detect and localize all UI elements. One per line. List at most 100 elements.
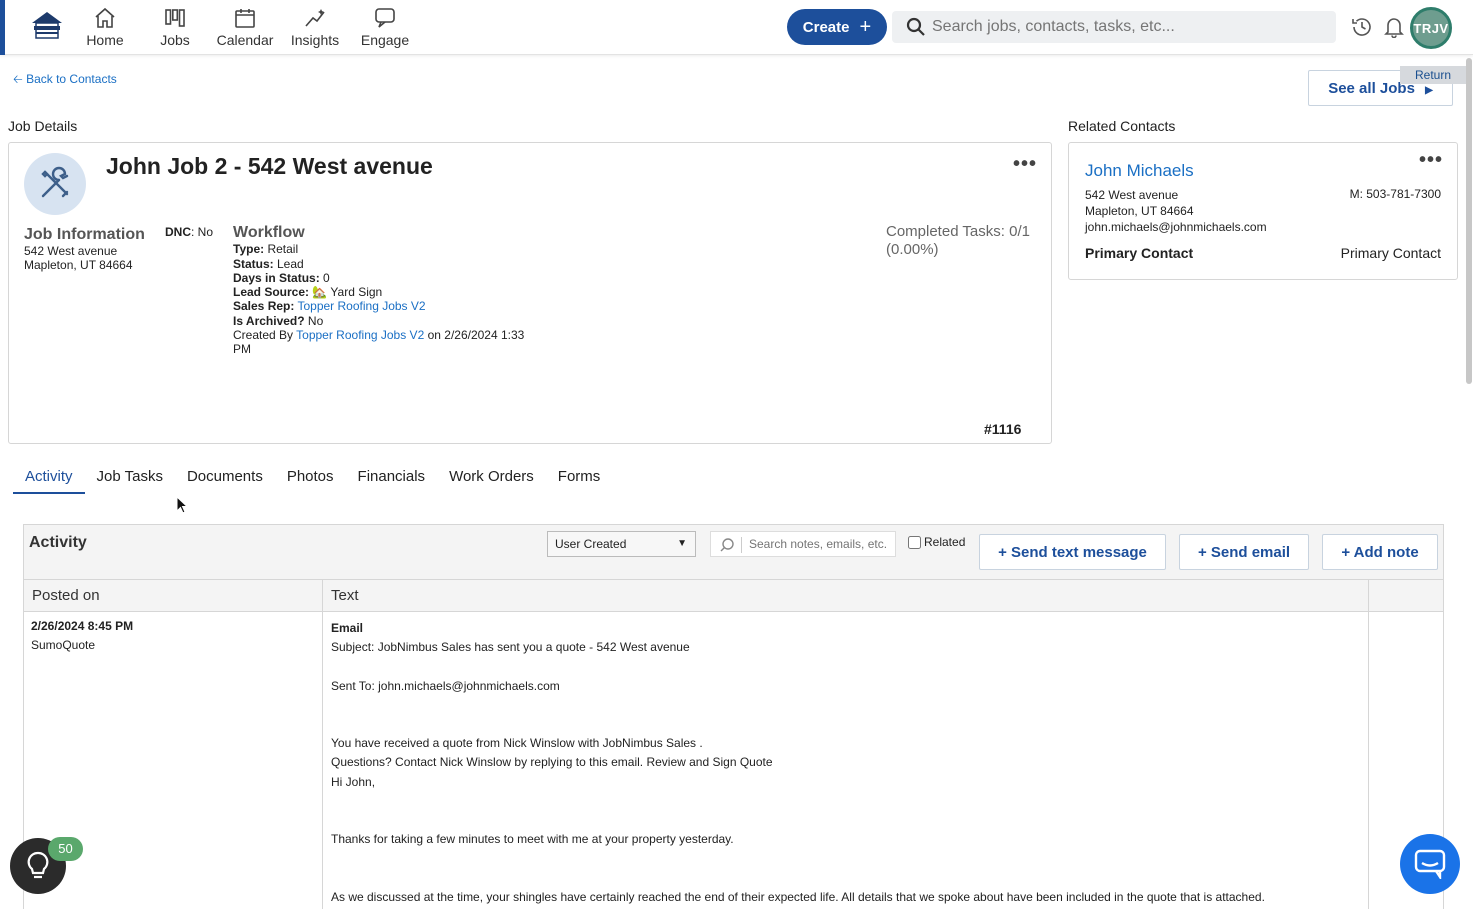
email-line: Sent To: john.michaels@johnmichaels.com (331, 678, 560, 693)
related-contact-card: John Michaels ••• 542 West avenue Maplet… (1068, 142, 1458, 280)
avatar-initials: TRJV (1413, 20, 1449, 36)
activity-table-header: Posted on Text (24, 580, 1443, 612)
job-information-heading: Job Information (24, 226, 145, 243)
primary-contact-value: Primary Contact (1340, 245, 1441, 261)
tab-work-orders[interactable]: Work Orders (437, 460, 546, 494)
days-in-status-label: Days in Status: (233, 270, 320, 285)
tab-forms[interactable]: Forms (546, 460, 613, 494)
lead-source-value: 🏡 Yard Sign (309, 285, 383, 300)
tab-photos[interactable]: Photos (275, 460, 346, 494)
user-avatar[interactable]: TRJV (1410, 7, 1452, 49)
chat-widget-button[interactable] (1400, 834, 1460, 894)
activity-search-input[interactable] (749, 532, 894, 556)
send-email-button[interactable]: + Send email (1179, 534, 1309, 570)
archived-label: Is Archived? (233, 313, 305, 328)
email-line (331, 869, 1371, 888)
history-icon[interactable] (1351, 16, 1373, 38)
job-more-options-icon[interactable]: ••• (1013, 153, 1037, 176)
chat-icon (1414, 849, 1446, 879)
nav-engage-label: Engage (360, 32, 410, 48)
help-count-badge: 50 (48, 837, 83, 861)
nav-jobs[interactable]: Jobs (152, 6, 198, 52)
insights-icon (305, 9, 325, 27)
dnc-label: DNC (165, 225, 191, 239)
nav-insights[interactable]: Insights (286, 6, 344, 52)
status-label: Status: (233, 256, 274, 271)
nav-calendar[interactable]: Calendar (212, 6, 278, 52)
related-checkbox[interactable] (908, 535, 921, 549)
created-by-link[interactable]: Topper Roofing Jobs V2 (296, 328, 424, 342)
return-button[interactable]: Return (1400, 66, 1466, 84)
related-label: Related (924, 535, 966, 549)
left-accent-stripe (0, 0, 5, 55)
bell-icon[interactable] (1384, 16, 1404, 38)
dnc-status: DNC: No (165, 225, 213, 239)
nav-engage[interactable]: Engage (358, 6, 412, 52)
contact-more-options-icon[interactable]: ••• (1419, 149, 1443, 172)
workflow-heading: Workflow (233, 224, 305, 241)
company-logo[interactable] (30, 10, 64, 40)
column-divider (322, 580, 323, 909)
contact-address: 542 West avenue Mapleton, UT 84664 john.… (1085, 187, 1267, 235)
type-label: Type: (233, 242, 265, 257)
job-details-card: John Job 2 - 542 West avenue ••• Job Inf… (8, 142, 1052, 444)
sales-rep-link[interactable]: Topper Roofing Jobs V2 (297, 299, 425, 313)
primary-contact-label: Primary Contact (1085, 245, 1194, 261)
activity-row-date: 2/26/2024 8:45 PM (31, 619, 134, 633)
global-search-input[interactable] (932, 11, 1327, 43)
dnc-value: : No (191, 225, 214, 239)
create-button[interactable]: Create + (787, 9, 887, 45)
nav-insights-label: Insights (290, 32, 340, 48)
created-by-prefix: Created By (233, 328, 297, 343)
mouse-cursor-icon (176, 496, 188, 514)
top-navigation-bar: Home Jobs Calendar Insights Engage Creat… (0, 0, 1473, 55)
tab-financials[interactable]: Financials (346, 460, 438, 494)
contact-name-link[interactable]: John Michaels (1085, 161, 1194, 181)
job-address: 542 West avenue Mapleton, UT 84664 (24, 244, 133, 272)
activity-filter-value: User Created (555, 537, 627, 551)
page-scrollbar[interactable] (1466, 58, 1472, 384)
email-line (331, 696, 1371, 715)
caret-right-icon: ▶ (1425, 84, 1433, 96)
related-toggle[interactable]: Related (908, 535, 965, 549)
activity-panel: Activity User Created ▼ Related + Send t… (23, 524, 1444, 909)
nav-home[interactable]: Home (82, 6, 128, 52)
search-icon (720, 538, 734, 552)
activity-search[interactable] (710, 531, 896, 557)
status-value: Lead (273, 256, 304, 271)
tab-documents[interactable]: Documents (175, 460, 275, 494)
job-number: #1116 (984, 421, 1022, 437)
job-title: John Job 2 - 542 West avenue (106, 153, 433, 179)
contact-address-line2: Mapleton, UT 84664 (1085, 204, 1194, 218)
email-label: Email (331, 621, 364, 635)
lead-source-label: Lead Source: (233, 285, 310, 300)
arrow-left-icon: 🡠 (13, 72, 27, 86)
global-search[interactable] (892, 11, 1336, 43)
job-tabs: Activity Job Tasks Documents Photos Fina… (13, 460, 612, 494)
activity-title: Activity (29, 534, 87, 551)
nav-calendar-label: Calendar (216, 32, 274, 48)
column-text[interactable]: Text (323, 580, 359, 612)
related-contacts-title: Related Contacts (1068, 118, 1176, 134)
engage-icon (375, 8, 395, 28)
tab-job-tasks[interactable]: Job Tasks (85, 460, 175, 494)
sales-rep-label: Sales Rep: (233, 299, 295, 314)
job-details-title: Job Details (8, 118, 78, 134)
column-posted-on[interactable]: Posted on (24, 580, 100, 612)
job-avatar (24, 153, 86, 215)
activity-filter-select[interactable]: User Created ▼ (547, 531, 696, 557)
tab-activity[interactable]: Activity (13, 460, 85, 494)
email-line (331, 811, 1371, 830)
dropdown-caret-icon: ▼ (677, 538, 687, 549)
add-note-button[interactable]: + Add note (1322, 534, 1438, 570)
job-address-line1: 542 West avenue (24, 244, 118, 258)
back-to-contacts-link[interactable]: 🡠 Back to Contacts (13, 70, 117, 91)
send-text-message-button[interactable]: + Send text message (979, 534, 1166, 570)
email-line: Thanks for taking a few minutes to meet … (331, 832, 734, 847)
email-line (331, 849, 1371, 868)
jobs-icon (165, 9, 185, 27)
email-line: Hi John, (331, 774, 376, 789)
contact-phone: M: 503-781-7300 (1349, 187, 1441, 201)
contact-address-line1: 542 West avenue (1085, 188, 1179, 202)
plus-icon: + (859, 16, 872, 38)
